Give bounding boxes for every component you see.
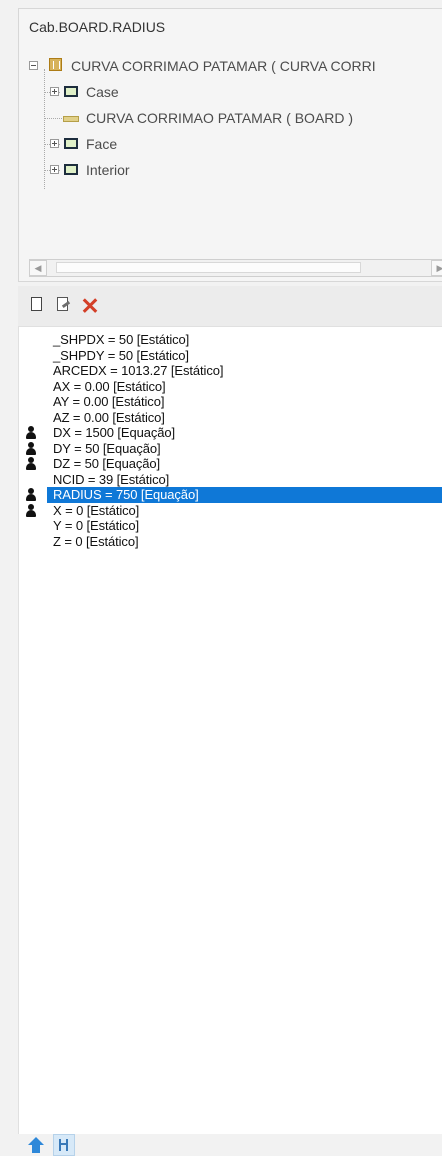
property-text: _SHPDX = 50 [Estático]	[53, 332, 190, 347]
tree-item-face[interactable]: Face	[29, 131, 442, 157]
tree-item-label: Case	[86, 84, 119, 100]
property-row[interactable]: DY = 50 [Equação]	[19, 441, 442, 457]
user-icon	[25, 441, 37, 456]
tree-item-label: CURVA CORRIMAO PATAMAR ( BOARD )	[86, 110, 354, 126]
user-icon	[25, 457, 37, 471]
property-row[interactable]: DZ = 50 [Equação]	[19, 456, 442, 472]
property-list-panel: _SHPDX = 50 [Estático] _SHPDY = 50 [Estát…	[18, 326, 442, 1134]
delete-icon[interactable]: ✕	[80, 295, 100, 318]
property-text: AY = 0.00 [Estático]	[53, 394, 165, 409]
object-tree: CURVA CORRIMAO PATAMAR ( CURVA CORRI Cas…	[29, 53, 442, 243]
property-row[interactable]: NCID = 39 [Estático]	[19, 472, 442, 488]
property-text: DY = 50 [Equação]	[53, 440, 161, 456]
property-row[interactable]: X = 0 [Estático]	[19, 503, 442, 519]
tree-item-label: Face	[86, 136, 118, 152]
property-row[interactable]: Y = 0 [Estático]	[19, 518, 442, 534]
scroll-right-button[interactable]: ▶	[431, 260, 442, 276]
frame-icon	[64, 138, 78, 149]
property-text: AZ = 0.00 [Estático]	[53, 409, 165, 425]
property-row[interactable]: ARCEDX = 1013.27 [Estático]	[19, 363, 442, 379]
selected-path-title: Cab.BOARD.RADIUS	[29, 19, 166, 35]
property-text: _SHPDY = 50 [Estático]	[53, 347, 189, 363]
horizontal-scrollbar[interactable]: ◀ ▶	[29, 259, 442, 277]
tree-item-case[interactable]: Case	[29, 79, 442, 105]
property-text: AX = 0.00 [Estático]	[53, 378, 166, 394]
properties-window: Cab.BOARD.RADIUS CURVA CORRIMAO PATAMAR …	[0, 0, 442, 1156]
frame-icon	[64, 164, 78, 175]
expand-icon[interactable]	[50, 139, 59, 148]
tree-root-item[interactable]: CURVA CORRIMAO PATAMAR ( CURVA CORRI	[29, 53, 442, 79]
property-row[interactable]: AY = 0.00 [Estático]	[19, 394, 442, 410]
user-icon	[25, 503, 37, 518]
property-row[interactable]: _SHPDY = 50 [Estático]	[19, 348, 442, 364]
expand-icon[interactable]	[50, 87, 59, 96]
property-row[interactable]: Z = 0 [Estático]	[19, 534, 442, 550]
tree-item-board[interactable]: CURVA CORRIMAO PATAMAR ( BOARD )	[29, 105, 442, 131]
property-text: Y = 0 [Estático]	[53, 518, 139, 533]
scrollbar-thumb[interactable]	[56, 262, 361, 273]
property-row[interactable]: AX = 0.00 [Estático]	[19, 379, 442, 395]
property-row[interactable]: AZ = 0.00 [Estático]	[19, 410, 442, 426]
object-tree-panel: Cab.BOARD.RADIUS CURVA CORRIMAO PATAMAR …	[18, 8, 442, 282]
board-icon	[63, 116, 79, 122]
tree-item-label: Interior	[86, 162, 130, 178]
tree-item-interior[interactable]: Interior	[29, 157, 442, 183]
property-text: ARCEDX = 1013.27 [Estático]	[53, 363, 224, 378]
property-row[interactable]: _SHPDX = 50 [Estático]	[19, 332, 442, 348]
cabinet-icon	[49, 58, 62, 71]
property-row[interactable]: RADIUS = 750 [Equação]	[19, 487, 442, 503]
edit-document-icon[interactable]	[54, 296, 74, 316]
user-icon	[25, 488, 37, 502]
new-document-icon[interactable]	[28, 296, 48, 316]
frame-icon	[64, 86, 78, 97]
scroll-left-button[interactable]: ◀	[29, 260, 47, 276]
property-row[interactable]: DX = 1500 [Equação]	[19, 425, 442, 441]
property-text: X = 0 [Estático]	[53, 502, 140, 518]
property-list: _SHPDX = 50 [Estático] _SHPDY = 50 [Estát…	[19, 332, 442, 549]
expand-icon[interactable]	[50, 165, 59, 174]
property-text: DZ = 50 [Equação]	[53, 456, 161, 471]
properties-toolbar: ✕	[18, 286, 442, 326]
property-text: Z = 0 [Estático]	[53, 533, 139, 549]
bottom-tab-bar	[18, 1134, 442, 1156]
property-text: DX = 1500 [Equação]	[53, 425, 176, 440]
user-icon	[25, 426, 37, 440]
property-text: NCID = 39 [Estático]	[53, 471, 170, 487]
collapse-icon[interactable]	[29, 61, 38, 70]
sort-icon[interactable]	[53, 1134, 75, 1156]
property-text: RADIUS = 750 [Equação]	[53, 487, 199, 502]
tree-root-label: CURVA CORRIMAO PATAMAR ( CURVA CORRI	[71, 58, 376, 74]
home-icon[interactable]	[25, 1134, 47, 1156]
